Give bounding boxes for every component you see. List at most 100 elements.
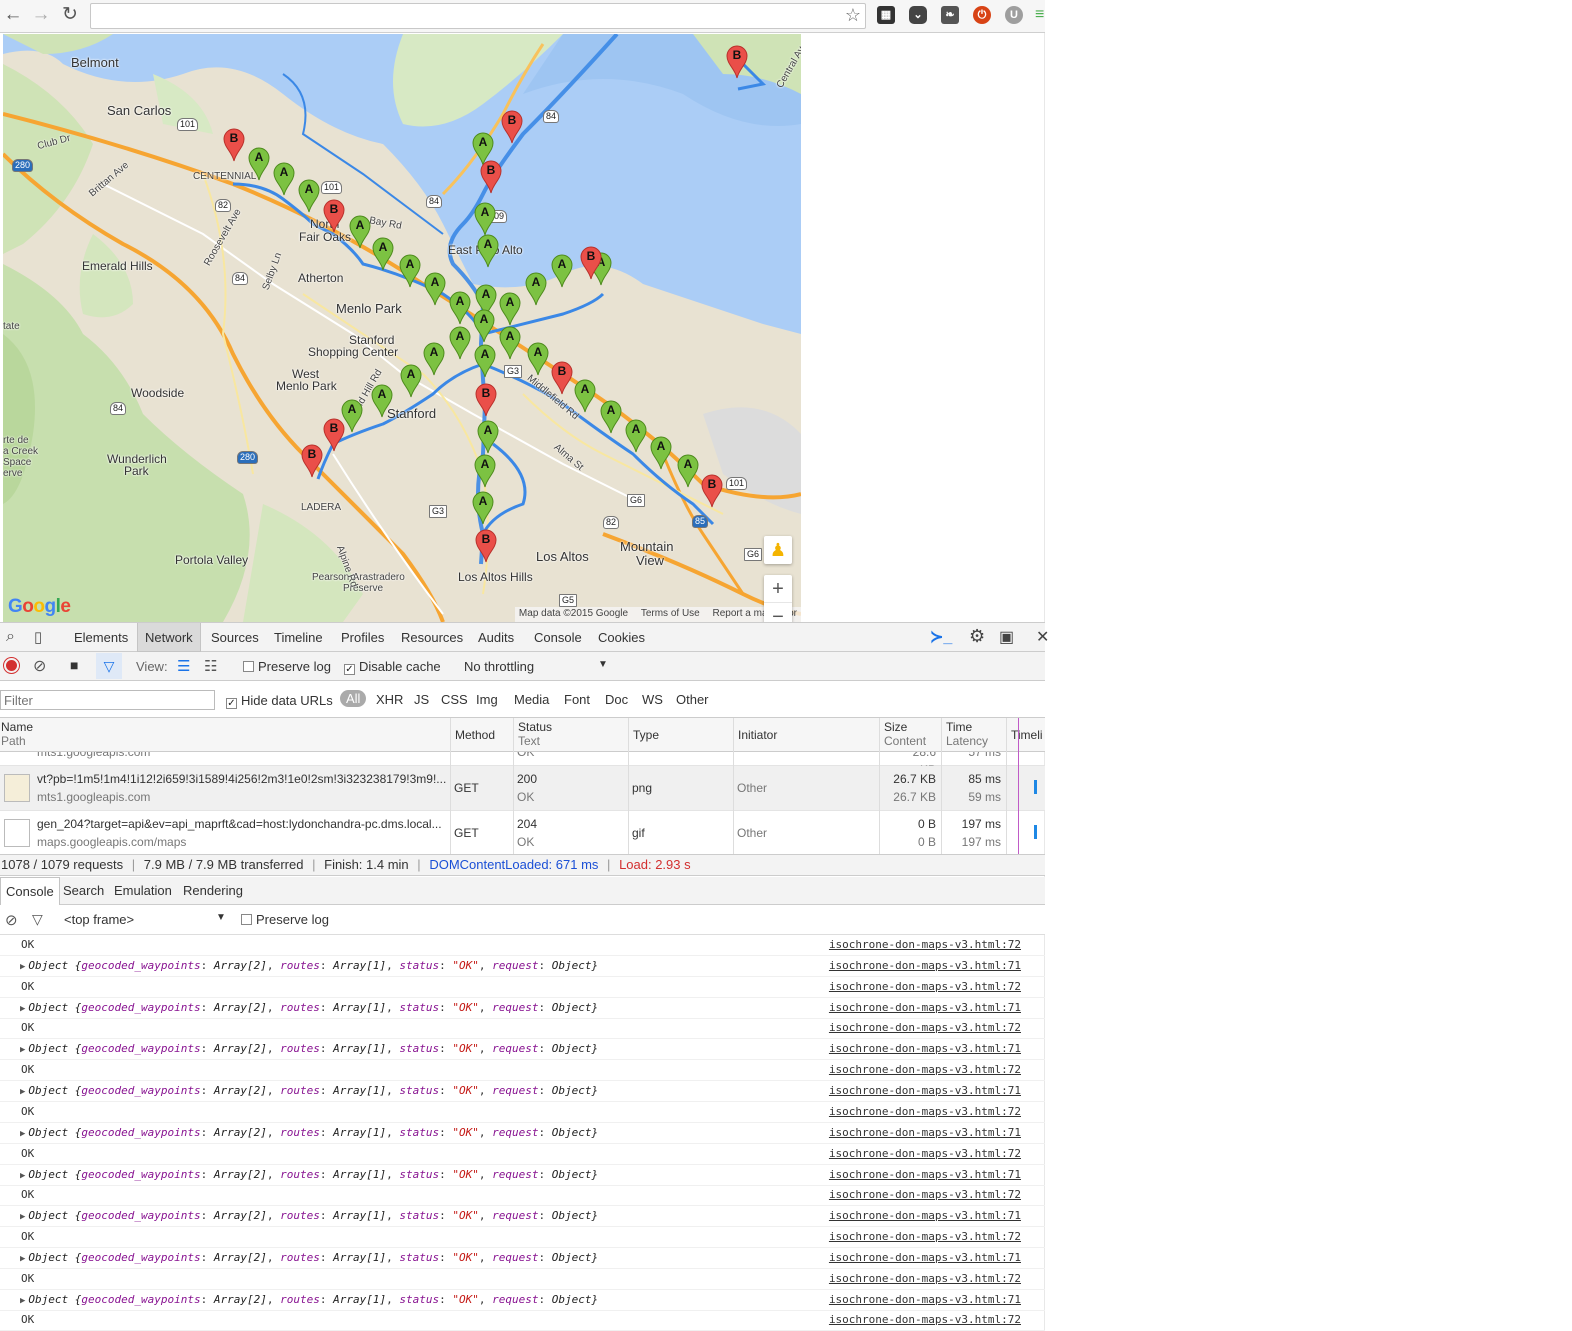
filter-icon[interactable]: ▽ <box>96 653 122 679</box>
marker-b-icon[interactable]: B <box>323 418 345 452</box>
console-object[interactable]: ▶ Object {geocoded_waypoints: Array[2], r… <box>20 1123 598 1144</box>
column-status[interactable]: Status Text <box>513 718 628 752</box>
tab-elements[interactable]: Elements <box>67 623 135 652</box>
google-map[interactable]: Belmont San Carlos Emerald Hills Atherto… <box>3 34 801 622</box>
console-ok-line[interactable]: OK isochrone-don-maps-v3.html:72 <box>0 1185 1045 1207</box>
console-object[interactable]: ▶ Object {geocoded_waypoints: Array[2], r… <box>20 1290 598 1311</box>
source-link[interactable]: isochrone-don-maps-v3.html:71 <box>829 1123 1021 1143</box>
marker-b-icon[interactable]: B <box>323 199 345 233</box>
tab-console[interactable]: Console <box>527 623 589 652</box>
gear-icon[interactable]: ⚙ <box>969 626 985 647</box>
qr-code-icon[interactable]: ▦ <box>877 6 895 24</box>
pegman-icon[interactable]: ♟ <box>764 536 792 564</box>
source-link[interactable]: isochrone-don-maps-v3.html:72 <box>829 935 1021 955</box>
console-object-line[interactable]: ▶ Object {geocoded_waypoints: Array[2], r… <box>0 1081 1045 1103</box>
marker-a-icon[interactable]: A <box>677 454 699 488</box>
expand-triangle-icon[interactable]: ▶ <box>20 1212 25 1222</box>
marker-a-icon[interactable]: A <box>474 454 496 488</box>
console-object-line[interactable]: ▶ Object {geocoded_waypoints: Array[2], r… <box>0 1039 1045 1061</box>
zoom-out-button[interactable]: − <box>764 603 792 622</box>
marker-b-icon[interactable]: B <box>480 160 502 194</box>
console-object[interactable]: ▶ Object {geocoded_waypoints: Array[2], r… <box>20 1081 598 1102</box>
marker-a-icon[interactable]: A <box>371 384 393 418</box>
filter-type-xhr[interactable]: XHR <box>376 692 403 707</box>
filter-icon[interactable]: ▽ <box>32 911 43 928</box>
source-link[interactable]: isochrone-don-maps-v3.html:72 <box>829 1060 1021 1080</box>
marker-b-icon[interactable]: B <box>701 474 723 508</box>
marker-b-icon[interactable]: B <box>501 110 523 144</box>
column-timeline[interactable]: Timeli <box>1006 718 1045 752</box>
console-ok-line[interactable]: OK isochrone-don-maps-v3.html:72 <box>0 977 1045 998</box>
marker-a-icon[interactable]: A <box>372 237 394 271</box>
source-link[interactable]: isochrone-don-maps-v3.html:71 <box>829 1248 1021 1268</box>
context-select[interactable]: <top frame> ▼ <box>64 912 226 927</box>
console-ok-line[interactable]: OK isochrone-don-maps-v3.html:72 <box>0 1060 1045 1082</box>
marker-a-icon[interactable]: A <box>625 419 647 453</box>
expand-triangle-icon[interactable]: ▶ <box>20 962 25 972</box>
source-link[interactable]: isochrone-don-maps-v3.html:72 <box>829 1310 1021 1330</box>
power-icon[interactable]: ⏻ <box>973 6 991 24</box>
marker-a-icon[interactable]: A <box>399 254 421 288</box>
large-rows-icon[interactable]: ☰ <box>177 657 190 675</box>
expand-triangle-icon[interactable]: ▶ <box>20 1254 25 1264</box>
source-link[interactable]: isochrone-don-maps-v3.html:72 <box>829 1269 1021 1289</box>
table-row[interactable]: mts1.googleapis.com OK 28.6 KB 57 ms <box>0 752 1045 777</box>
drawer-tab-rendering[interactable]: Rendering <box>178 877 248 905</box>
column-name[interactable]: Name Path <box>0 718 450 752</box>
tab-network[interactable]: Network <box>137 623 201 652</box>
marker-a-icon[interactable]: A <box>477 234 499 268</box>
console-object[interactable]: ▶ Object {geocoded_waypoints: Array[2], r… <box>20 1165 598 1186</box>
console-object-line[interactable]: ▶ Object {geocoded_waypoints: Array[2], r… <box>0 1206 1045 1228</box>
marker-a-icon[interactable]: A <box>472 491 494 525</box>
marker-a-icon[interactable]: A <box>474 344 496 378</box>
marker-b-icon[interactable]: B <box>475 529 497 563</box>
filter-type-css[interactable]: CSS <box>441 692 468 707</box>
marker-a-icon[interactable]: A <box>525 272 547 306</box>
marker-a-icon[interactable]: A <box>477 420 499 454</box>
console-ok-line[interactable]: OK isochrone-don-maps-v3.html:72 <box>0 1144 1045 1165</box>
source-link[interactable]: isochrone-don-maps-v3.html:72 <box>829 1227 1021 1247</box>
console-ok-line[interactable]: OK isochrone-don-maps-v3.html:72 <box>0 1310 1045 1331</box>
marker-b-icon[interactable]: B <box>726 45 748 79</box>
marker-a-icon[interactable]: A <box>551 254 573 288</box>
source-link[interactable]: isochrone-don-maps-v3.html:71 <box>829 956 1021 976</box>
drawer-tab-emulation[interactable]: Emulation <box>109 877 177 905</box>
marker-a-icon[interactable]: A <box>574 379 596 413</box>
terms-link[interactable]: Terms of Use <box>641 608 700 619</box>
column-time[interactable]: Time Latency <box>941 718 1006 752</box>
filter-type-doc[interactable]: Doc <box>605 692 628 707</box>
marker-a-icon[interactable]: A <box>600 400 622 434</box>
source-link[interactable]: isochrone-don-maps-v3.html:72 <box>829 1185 1021 1205</box>
throttling-select[interactable]: No throttling ▼ <box>464 659 608 674</box>
marker-a-icon[interactable]: A <box>473 309 495 343</box>
zoom-in-button[interactable]: + <box>764 575 792 603</box>
console-ok-line[interactable]: OK isochrone-don-maps-v3.html:72 <box>0 935 1045 956</box>
marker-a-icon[interactable]: A <box>298 179 320 213</box>
reload-icon[interactable]: ↻ <box>59 4 81 26</box>
expand-triangle-icon[interactable]: ▶ <box>20 1171 25 1181</box>
disable-cache-checkbox[interactable]: ✓ Disable cache <box>344 659 441 675</box>
tab-sources[interactable]: Sources <box>204 623 266 652</box>
source-link[interactable]: isochrone-don-maps-v3.html:72 <box>829 1144 1021 1164</box>
console-object[interactable]: ▶ Object {geocoded_waypoints: Array[2], r… <box>20 1248 598 1269</box>
source-link[interactable]: isochrone-don-maps-v3.html:71 <box>829 1290 1021 1310</box>
hide-data-urls-checkbox[interactable]: ✓ Hide data URLs <box>226 693 333 709</box>
marker-a-icon[interactable]: A <box>474 202 496 236</box>
console-ok-line[interactable]: OK isochrone-don-maps-v3.html:72 <box>0 1102 1045 1123</box>
marker-a-icon[interactable]: A <box>349 215 371 249</box>
filter-type-media[interactable]: Media <box>514 692 549 707</box>
user-u-icon[interactable]: U <box>1005 6 1023 24</box>
marker-a-icon[interactable]: A <box>499 326 521 360</box>
preserve-log-checkbox[interactable]: Preserve log <box>243 659 331 674</box>
dock-icon[interactable]: ▣ <box>999 627 1014 647</box>
marker-a-icon[interactable]: A <box>400 364 422 398</box>
source-link[interactable]: isochrone-don-maps-v3.html:71 <box>829 1165 1021 1185</box>
console-drawer-icon[interactable]: ≻_ <box>930 627 952 647</box>
filter-type-all[interactable]: All <box>340 690 367 707</box>
console-object-line[interactable]: ▶ Object {geocoded_waypoints: Array[2], r… <box>0 1290 1045 1311</box>
console-object[interactable]: ▶ Object {geocoded_waypoints: Array[2], r… <box>20 998 598 1019</box>
console-object-line[interactable]: ▶ Object {geocoded_waypoints: Array[2], r… <box>0 998 1045 1019</box>
marker-a-icon[interactable]: A <box>449 291 471 325</box>
source-link[interactable]: isochrone-don-maps-v3.html:71 <box>829 998 1021 1018</box>
console-ok-line[interactable]: OK isochrone-don-maps-v3.html:72 <box>0 1018 1045 1040</box>
